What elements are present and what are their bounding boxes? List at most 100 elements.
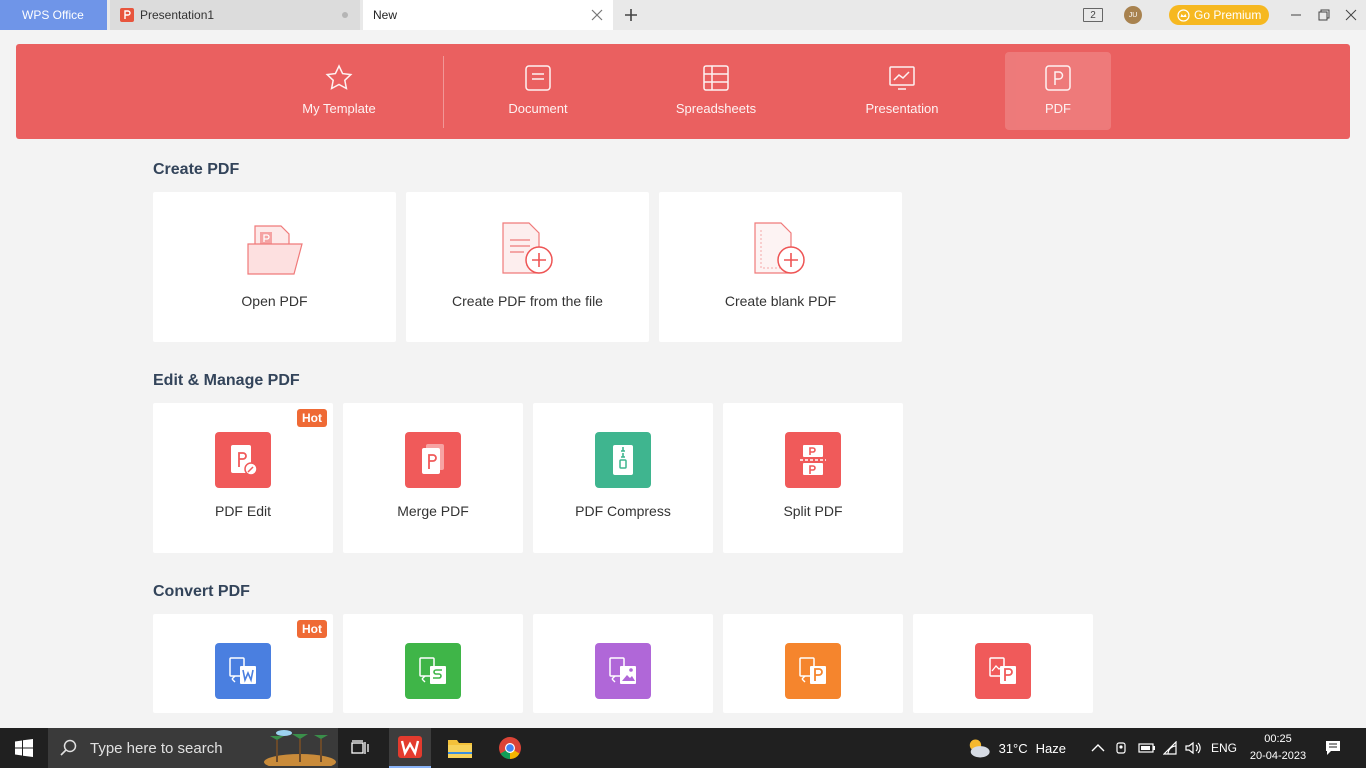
card-create-blank-pdf[interactable]: Create blank PDF xyxy=(659,192,902,342)
tab-label: New xyxy=(373,8,398,22)
pdf-to-word-icon xyxy=(215,643,271,699)
card-pdf-edit[interactable]: Hot PDF Edit xyxy=(153,403,333,553)
avatar-initials: JU xyxy=(1124,6,1142,24)
banner-item-my-template[interactable]: My Template xyxy=(279,52,399,130)
category-banner: My Template Document Spreadsheets Presen… xyxy=(16,44,1350,139)
pdf-edit-icon xyxy=(215,432,271,488)
task-view-icon xyxy=(351,740,369,754)
pdf-to-excel-icon xyxy=(405,643,461,699)
weather-temp: 31°C xyxy=(998,740,1028,756)
card-label: Open PDF xyxy=(241,293,308,309)
star-icon xyxy=(325,64,353,90)
notification-icon xyxy=(1326,741,1340,755)
section-title-convert-pdf: Convert PDF xyxy=(153,583,250,600)
tab-wps-office[interactable]: WPS Office xyxy=(0,0,107,30)
section-title-create-pdf: Create PDF xyxy=(153,161,240,178)
network-tray-icon[interactable] xyxy=(1161,728,1183,768)
card-label: Create blank PDF xyxy=(724,293,837,309)
taskbar-file-explorer[interactable] xyxy=(440,728,480,768)
pdf-to-ppt-icon xyxy=(785,643,841,699)
show-hidden-icons-button[interactable] xyxy=(1088,728,1108,768)
card-create-pdf-from-file[interactable]: Create PDF from the file xyxy=(406,192,649,342)
close-tab-icon[interactable] xyxy=(589,7,605,23)
card-label: Create PDF from the file xyxy=(452,293,603,309)
speaker-icon xyxy=(1185,741,1201,755)
clock-date: 20-04-2023 xyxy=(1249,750,1307,762)
windows-taskbar: Type here to search 31°C Haze ENG 00:25 … xyxy=(0,728,1366,768)
taskbar-chrome[interactable] xyxy=(490,728,530,768)
go-premium-button[interactable]: Go Premium xyxy=(1169,0,1270,30)
search-highlight-image-icon xyxy=(264,730,336,766)
pdf-icon xyxy=(1045,65,1071,91)
presentation-file-icon xyxy=(120,8,134,22)
search-placeholder: Type here to search xyxy=(90,739,223,757)
tab-label: Presentation1 xyxy=(140,8,215,22)
blank-file-add-icon xyxy=(754,222,805,274)
notifications-button[interactable] xyxy=(1318,728,1348,768)
tab-presentation1[interactable]: Presentation1 xyxy=(110,0,360,30)
taskbar-clock[interactable]: 00:25 20-04-2023 xyxy=(1248,731,1308,765)
language-label: ENG xyxy=(1210,741,1237,755)
weather-haze-icon xyxy=(969,739,990,758)
search-icon xyxy=(60,739,77,756)
windows-logo-icon xyxy=(15,739,33,757)
card-pdf-to-ppt[interactable] xyxy=(723,614,903,713)
presentation-icon xyxy=(889,66,915,90)
zip-icon xyxy=(595,432,651,488)
banner-item-spreadsheets[interactable]: Spreadsheets xyxy=(656,52,776,130)
card-label: PDF Compress xyxy=(575,503,671,519)
banner-label: My Template xyxy=(302,101,376,116)
card-pdf-to-word[interactable]: Hot xyxy=(153,614,333,713)
avatar[interactable]: JU xyxy=(1124,0,1142,30)
banner-label: Document xyxy=(508,101,568,116)
tab-label: WPS Office xyxy=(22,8,84,22)
banner-item-pdf[interactable]: PDF xyxy=(1005,52,1111,130)
window-count: 2 xyxy=(1083,8,1103,22)
banner-label: Spreadsheets xyxy=(675,101,757,116)
restore-icon[interactable] xyxy=(1316,7,1332,23)
camera-icon xyxy=(1116,742,1126,754)
banner-item-presentation[interactable]: Presentation xyxy=(842,52,962,130)
section-title-edit-manage-pdf: Edit & Manage PDF xyxy=(153,372,300,389)
battery-tray-icon[interactable] xyxy=(1136,728,1158,768)
banner-item-document[interactable]: Document xyxy=(478,52,598,130)
language-indicator[interactable]: ENG xyxy=(1208,728,1240,768)
clock-time: 00:25 xyxy=(1264,733,1292,745)
banner-label: PDF xyxy=(1045,101,1071,116)
card-split-pdf[interactable]: Split PDF xyxy=(723,403,903,553)
wifi-icon xyxy=(1163,741,1177,755)
split-pdf-icon xyxy=(785,432,841,488)
minimize-icon[interactable] xyxy=(1288,7,1304,23)
card-pdf-to-excel[interactable] xyxy=(343,614,523,713)
start-button[interactable] xyxy=(0,728,48,768)
webcam-tray-icon[interactable] xyxy=(1112,728,1132,768)
card-open-pdf[interactable]: Open PDF xyxy=(153,192,396,342)
card-image-to-pdf[interactable] xyxy=(913,614,1093,713)
image-to-pdf-icon xyxy=(975,643,1031,699)
banner-label: Presentation xyxy=(865,101,939,116)
title-bar: WPS Office Presentation1 New 2 JU Go Pre… xyxy=(0,0,1366,30)
card-pdf-to-image[interactable] xyxy=(533,614,713,713)
weather-widget[interactable]: 31°C Haze xyxy=(966,728,1066,768)
taskbar-search-input[interactable]: Type here to search xyxy=(48,728,338,768)
card-pdf-compress[interactable]: PDF Compress xyxy=(533,403,713,553)
tab-new[interactable]: New xyxy=(363,0,613,30)
chevron-up-icon xyxy=(1091,744,1105,752)
card-label: Merge PDF xyxy=(397,503,469,519)
add-tab-icon[interactable] xyxy=(621,5,641,25)
hot-badge: Hot xyxy=(297,409,327,427)
battery-icon xyxy=(1138,743,1155,753)
document-icon xyxy=(525,65,551,91)
card-merge-pdf[interactable]: Merge PDF xyxy=(343,403,523,553)
file-add-icon xyxy=(502,222,553,274)
card-label: Split PDF xyxy=(783,503,843,519)
hot-badge: Hot xyxy=(297,620,327,638)
spreadsheet-icon xyxy=(703,65,729,91)
taskbar-wps-office[interactable] xyxy=(389,728,431,768)
window-count-button[interactable]: 2 xyxy=(1083,0,1105,30)
task-view-button[interactable] xyxy=(345,728,375,768)
close-window-icon[interactable] xyxy=(1343,7,1359,23)
divider xyxy=(443,56,444,128)
volume-tray-icon[interactable] xyxy=(1184,728,1204,768)
premium-label: Go Premium xyxy=(1194,8,1262,22)
